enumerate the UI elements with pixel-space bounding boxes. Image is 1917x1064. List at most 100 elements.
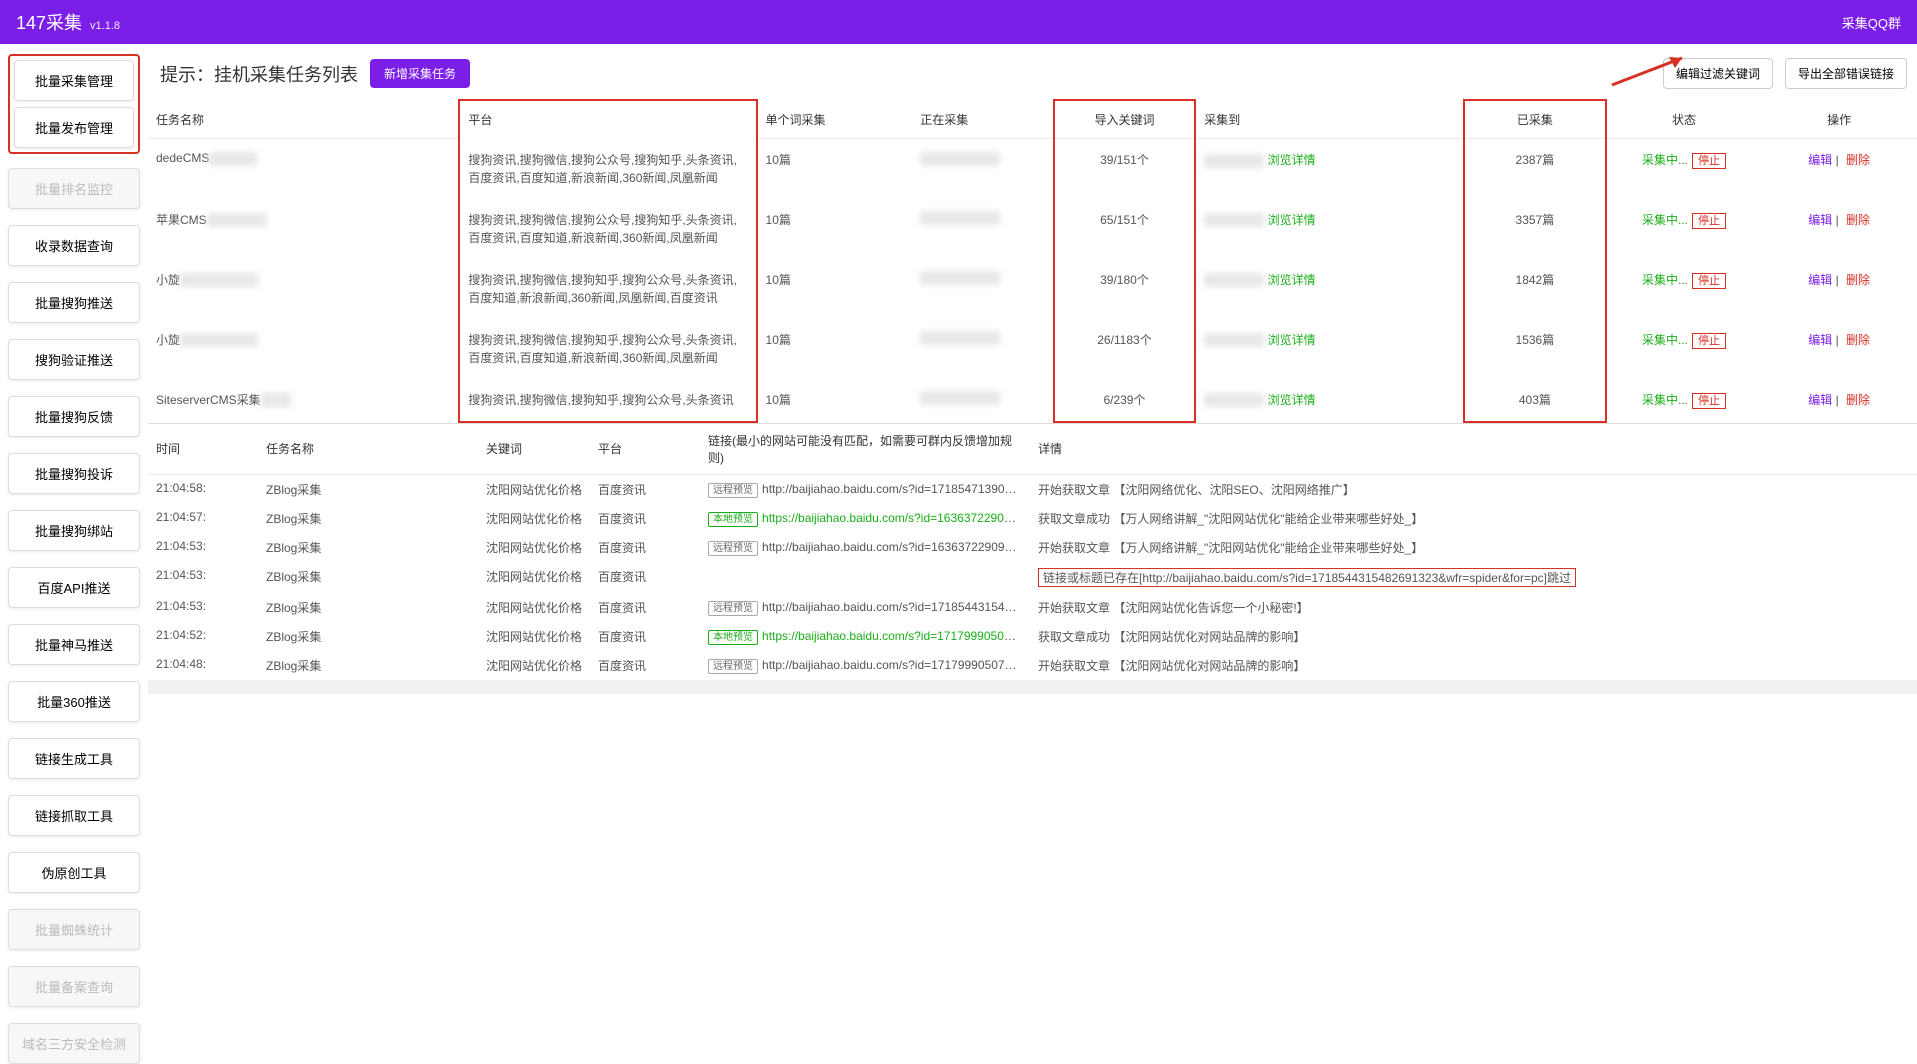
log-keyword: 沈阳网站优化价格 xyxy=(478,593,590,622)
edit-link[interactable]: 编辑 xyxy=(1808,153,1832,167)
log-detail-text: 开始获取文章 【沈阳网站优化告诉您一个小秘密!】 xyxy=(1038,601,1309,615)
log-table[interactable]: 时间 任务名称 关键词 平台 链接(最小的网站可能没有匹配，如需要可群内反馈增加… xyxy=(148,423,1917,995)
collected-cell: 2387篇 xyxy=(1464,139,1606,199)
log-detail-text: 获取文章成功 【万人网络讲解_"沈阳网站优化"能给企业带来哪些好处_】 xyxy=(1038,512,1423,526)
log-row: 21:04:48:ZBlog采集沈阳网站优化价格百度资讯远程预览http://b… xyxy=(148,651,1917,680)
task-name-cell: 苹果CMS xyxy=(148,199,459,259)
new-task-button[interactable]: 新增采集任务 xyxy=(370,59,470,88)
edit-link[interactable]: 编辑 xyxy=(1808,213,1832,227)
edit-link[interactable]: 编辑 xyxy=(1808,333,1832,347)
log-col-detail: 详情 xyxy=(1030,424,1917,475)
browse-detail-link[interactable]: 浏览详情 xyxy=(1268,273,1316,287)
log-detail-text: 开始获取文章 【沈阳网络优化、沈阳SEO、沈阳网络推广】 xyxy=(1038,483,1355,497)
sidebar-item-5[interactable]: 搜狗验证推送 xyxy=(8,339,140,380)
log-keyword: 沈阳网站优化价格 xyxy=(478,622,590,651)
actions-cell: 编辑 | 删除 xyxy=(1761,259,1917,319)
stop-button[interactable]: 停止 xyxy=(1692,153,1726,169)
delete-link[interactable]: 删除 xyxy=(1846,333,1870,347)
local-preview-badge[interactable]: 本地预览 xyxy=(708,512,758,527)
remote-preview-badge[interactable]: 远程预览 xyxy=(708,483,758,498)
single-cell: 10篇 xyxy=(757,199,913,259)
browse-detail-link[interactable]: 浏览详情 xyxy=(1268,153,1316,167)
sidebar-item-7[interactable]: 批量搜狗投诉 xyxy=(8,453,140,494)
status-cell: 采集中...停止 xyxy=(1606,379,1762,422)
task-name-cell: SiteserverCMS采集 xyxy=(148,379,459,422)
stop-button[interactable]: 停止 xyxy=(1692,393,1726,409)
browse-detail-link[interactable]: 浏览详情 xyxy=(1268,333,1316,347)
collected-to-cell: 浏览详情 xyxy=(1195,379,1464,422)
sidebar-item-6[interactable]: 批量搜狗反馈 xyxy=(8,396,140,437)
delete-link[interactable]: 删除 xyxy=(1846,153,1870,167)
task-name-cell: 小旋 xyxy=(148,259,459,319)
qq-group-link[interactable]: 采集QQ群 xyxy=(1842,13,1901,32)
sidebar-item-11[interactable]: 批量360推送 xyxy=(8,681,140,722)
export-error-links-button[interactable]: 导出全部错误链接 xyxy=(1785,58,1907,89)
col-collected-to: 采集到 xyxy=(1195,100,1464,139)
log-detail-text: 开始获取文章 【沈阳网站优化对网站品牌的影响】 xyxy=(1038,659,1305,673)
log-link[interactable]: 本地预览https://baijiahao.baidu.com/s?id=163… xyxy=(700,504,1030,533)
col-actions: 操作 xyxy=(1761,100,1917,139)
single-cell: 10篇 xyxy=(757,259,913,319)
log-platform: 百度资讯 xyxy=(590,593,700,622)
delete-link[interactable]: 删除 xyxy=(1846,393,1870,407)
log-time: 21:04:57: xyxy=(148,504,258,533)
delete-link[interactable]: 删除 xyxy=(1846,273,1870,287)
browse-detail-link[interactable]: 浏览详情 xyxy=(1268,393,1316,407)
col-collected: 已采集 xyxy=(1464,100,1606,139)
local-preview-badge[interactable]: 本地预览 xyxy=(708,630,758,645)
stop-button[interactable]: 停止 xyxy=(1692,273,1726,289)
edit-link[interactable]: 编辑 xyxy=(1808,393,1832,407)
main-content: 提示：挂机采集任务列表 新增采集任务 编辑过滤关键词 导出全部错误链接 任务名称… xyxy=(148,44,1917,994)
browse-detail-link[interactable]: 浏览详情 xyxy=(1268,213,1316,227)
log-col-time: 时间 xyxy=(148,424,258,475)
sidebar-item-13[interactable]: 链接抓取工具 xyxy=(8,795,140,836)
collected-cell: 403篇 xyxy=(1464,379,1606,422)
log-link[interactable]: 本地预览https://baijiahao.baidu.com/s?id=171… xyxy=(700,622,1030,651)
platform-cell: 搜狗资讯,搜狗微信,搜狗公众号,搜狗知乎,头条资讯,百度资讯,百度知道,新浪新闻… xyxy=(459,139,756,199)
task-name-cell: dedeCMS xyxy=(148,139,459,199)
log-link[interactable]: 远程预览http://baijiahao.baidu.com/s?id=1717… xyxy=(700,651,1030,680)
log-detail: 获取文章成功 【万人网络讲解_"沈阳网站优化"能给企业带来哪些好处_】 xyxy=(1030,504,1917,533)
sidebar-item-8[interactable]: 批量搜狗绑站 xyxy=(8,510,140,551)
remote-preview-badge[interactable]: 远程预览 xyxy=(708,541,758,556)
sidebar-item-1[interactable]: 批量发布管理 xyxy=(14,107,134,148)
log-keyword: 沈阳网站优化价格 xyxy=(478,533,590,562)
collected-to-cell: 浏览详情 xyxy=(1195,199,1464,259)
sidebar-item-4[interactable]: 批量搜狗推送 xyxy=(8,282,140,323)
single-cell: 10篇 xyxy=(757,319,913,379)
sidebar-item-14[interactable]: 伪原创工具 xyxy=(8,852,140,893)
log-platform: 百度资讯 xyxy=(590,622,700,651)
log-row: 21:04:53:ZBlog采集沈阳网站优化价格百度资讯远程预览http://b… xyxy=(148,533,1917,562)
stop-button[interactable]: 停止 xyxy=(1692,213,1726,229)
log-detail: 开始获取文章 【万人网络讲解_"沈阳网站优化"能给企业带来哪些好处_】 xyxy=(1030,533,1917,562)
remote-preview-badge[interactable]: 远程预览 xyxy=(708,601,758,616)
log-task: ZBlog采集 xyxy=(258,533,478,562)
remote-preview-badge[interactable]: 远程预览 xyxy=(708,659,758,674)
edit-link[interactable]: 编辑 xyxy=(1808,273,1832,287)
sidebar-item-12[interactable]: 链接生成工具 xyxy=(8,738,140,779)
col-collecting: 正在采集 xyxy=(912,100,1054,139)
log-time: 21:04:53: xyxy=(148,593,258,622)
log-detail: 获取文章成功 【沈阳网站优化对网站品牌的影响】 xyxy=(1030,622,1917,651)
collected-cell: 3357篇 xyxy=(1464,199,1606,259)
log-link[interactable] xyxy=(700,562,1030,593)
horizontal-scrollbar[interactable] xyxy=(148,680,1917,694)
sidebar-item-9[interactable]: 百度API推送 xyxy=(8,567,140,608)
status-cell: 采集中...停止 xyxy=(1606,319,1762,379)
sidebar-item-10[interactable]: 批量神马推送 xyxy=(8,624,140,665)
stop-button[interactable]: 停止 xyxy=(1692,333,1726,349)
log-row: 21:04:53:ZBlog采集沈阳网站优化价格百度资讯远程预览http://b… xyxy=(148,593,1917,622)
sidebar-item-3[interactable]: 收录数据查询 xyxy=(8,225,140,266)
log-detail: 链接或标题已存在[http://baijiahao.baidu.com/s?id… xyxy=(1030,562,1917,593)
log-link[interactable]: 远程预览http://baijiahao.baidu.com/s?id=1718… xyxy=(700,474,1030,504)
log-link[interactable]: 远程预览http://baijiahao.baidu.com/s?id=1718… xyxy=(700,593,1030,622)
single-cell: 10篇 xyxy=(757,139,913,199)
sidebar-item-0[interactable]: 批量采集管理 xyxy=(14,60,134,101)
task-table: 任务名称 平台 单个词采集 正在采集 导入关键词 采集到 已采集 状态 操作 d… xyxy=(148,99,1917,423)
edit-filter-keywords-button[interactable]: 编辑过滤关键词 xyxy=(1663,58,1773,89)
delete-link[interactable]: 删除 xyxy=(1846,213,1870,227)
log-link[interactable]: 远程预览http://baijiahao.baidu.com/s?id=1636… xyxy=(700,533,1030,562)
collecting-cell xyxy=(912,379,1054,422)
sidebar-item-15: 批量蜘蛛统计 xyxy=(8,909,140,950)
log-time: 21:04:58: xyxy=(148,474,258,504)
